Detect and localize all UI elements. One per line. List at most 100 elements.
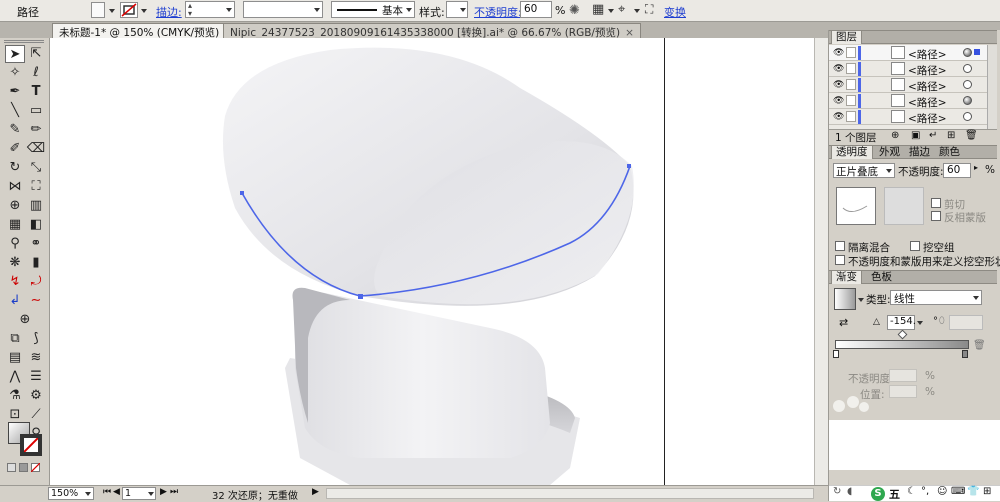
aspect-ratio-field[interactable] xyxy=(949,315,983,330)
opacity-mask-thumbnail[interactable] xyxy=(884,187,924,225)
chevron-down-icon[interactable] xyxy=(917,321,923,325)
chevron-down-icon[interactable] xyxy=(608,9,614,13)
blend-tool-icon[interactable]: ⚭ xyxy=(26,235,46,253)
new-sublayer-icon[interactable]: ↵ xyxy=(929,130,937,141)
layer-row[interactable]: 👁 <路径> xyxy=(829,61,987,77)
smooth-tool-icon[interactable]: ∼ xyxy=(26,292,46,310)
selection-tool-icon[interactable]: ➤ xyxy=(5,45,25,63)
artboard-canvas[interactable] xyxy=(50,38,828,485)
next-page-icon[interactable]: ▶ xyxy=(160,487,167,497)
magic-wand-tool-icon[interactable]: ✧ xyxy=(5,64,25,82)
lock-toggle[interactable] xyxy=(846,47,856,58)
opacity-label[interactable]: 不透明度: xyxy=(474,4,522,20)
aspect-ratio-icon[interactable]: ⬯ xyxy=(939,316,945,326)
scale-tool-icon[interactable]: ⤡ xyxy=(26,159,46,177)
layer-row[interactable]: 👁 <路径> xyxy=(829,93,987,109)
direct-selection-tool-icon[interactable]: ⇱ xyxy=(26,45,46,63)
gradient-type-select[interactable]: 线性 xyxy=(890,290,982,305)
layer-row[interactable]: 👁 <路径> xyxy=(829,77,987,93)
blob-brush-tool-icon[interactable]: ✐ xyxy=(5,140,25,158)
tab-untitled-1[interactable]: 未标题-1* @ 150% (CMYK/预览)× xyxy=(52,23,240,39)
page-select[interactable]: 1 xyxy=(122,487,156,500)
symbol-sprayer-tool-icon[interactable]: ❋ xyxy=(5,254,25,272)
grid-icon[interactable]: ⊞ xyxy=(983,486,991,497)
eye-icon[interactable]: 👁 xyxy=(833,80,844,90)
rotate-tool-icon[interactable]: ↻ xyxy=(5,159,25,177)
shirt-icon[interactable]: 👕 xyxy=(967,486,979,497)
column-graph-tool-icon[interactable]: ▮ xyxy=(26,254,46,272)
fill-color-swatch[interactable] xyxy=(91,2,105,18)
opacity-field[interactable]: 60 xyxy=(520,1,552,18)
width-tool-icon[interactable]: ⋈ xyxy=(5,178,25,196)
perspective-grid-tool-icon[interactable]: ▥ xyxy=(26,197,46,215)
moon-icon[interactable]: ☾ xyxy=(907,486,916,497)
clip-checkbox[interactable] xyxy=(931,198,941,208)
isolate-object-icon[interactable]: ⌖ xyxy=(618,2,625,17)
layers-panel-title[interactable]: 图层 xyxy=(831,31,862,44)
target-icon[interactable] xyxy=(963,80,972,89)
stop-location-field[interactable] xyxy=(889,385,917,398)
variable-width-profile-select[interactable] xyxy=(243,1,323,18)
layer-row[interactable]: 👁 <路径> xyxy=(829,45,987,61)
lock-toggle[interactable] xyxy=(846,111,856,122)
panel-grip[interactable] xyxy=(4,40,44,43)
slice-tool-icon[interactable]: ⟆ xyxy=(26,330,46,348)
vertical-scrollbar[interactable] xyxy=(814,38,828,485)
type-tool-icon[interactable]: T xyxy=(26,83,46,101)
gradient-midpoint[interactable] xyxy=(897,329,908,340)
paintbrush-tool-icon[interactable]: ✎ xyxy=(5,121,25,139)
gradient-mode-icon[interactable] xyxy=(19,463,28,472)
pen-tool-icon[interactable]: ✒ xyxy=(5,83,25,101)
join-tool-icon[interactable]: ↲ xyxy=(5,292,25,310)
invert-mask-checkbox[interactable] xyxy=(931,211,941,221)
delete-stop-icon[interactable]: 🗑 xyxy=(973,340,986,351)
tab-appearance[interactable]: 外观 xyxy=(875,146,904,159)
reshape-tool-icon[interactable]: ⤾ xyxy=(26,273,46,291)
graphic-style-select[interactable] xyxy=(446,1,468,18)
eyedropper-tool-icon[interactable]: ⚲ xyxy=(5,235,25,253)
opacity-field[interactable]: 60 xyxy=(943,163,971,178)
new-layer-icon[interactable]: ⊞ xyxy=(947,130,955,141)
none-mode-icon[interactable] xyxy=(31,463,40,472)
panel-dock-grip[interactable] xyxy=(828,22,1000,30)
angle-field[interactable]: -154. xyxy=(887,315,916,330)
reverse-gradient-icon[interactable]: ⇄ xyxy=(839,316,848,329)
keyboard-icon[interactable]: ⌨ xyxy=(951,486,965,497)
select-similar-icon[interactable]: ⛶ xyxy=(645,2,653,17)
mesh-tool-icon[interactable]: ▦ xyxy=(5,216,25,234)
chevron-right-icon[interactable]: ▸ xyxy=(974,163,978,172)
tab-color[interactable]: 颜色 xyxy=(935,146,964,159)
blend-mode-select[interactable]: 正片叠底 xyxy=(833,163,895,178)
refresh-icon[interactable]: ↻ xyxy=(833,486,841,497)
live-paint-tool-icon[interactable]: ⚗ xyxy=(5,387,25,405)
eraser-tool-icon[interactable]: ⌫ xyxy=(26,140,46,158)
tab-swatches[interactable]: 色板 xyxy=(867,271,896,284)
warp-tool-icon[interactable]: ≋ xyxy=(26,349,46,367)
eye-icon[interactable]: 👁 xyxy=(833,96,844,106)
stroke-label[interactable]: 描边: xyxy=(156,4,182,20)
free-transform-tool-icon[interactable]: ⛶ xyxy=(26,178,46,196)
tab-nipic-document[interactable]: Nipic_24377523_20180909161435338000 [转换]… xyxy=(223,23,641,39)
anchor-point[interactable] xyxy=(627,164,631,168)
stepper-icon[interactable]: ▴ ▾ xyxy=(188,2,192,18)
sound-icon[interactable]: ◖ xyxy=(847,486,852,497)
eye-icon[interactable]: 👁 xyxy=(833,64,844,74)
brush-definition-select[interactable]: 基本 xyxy=(331,1,415,18)
stop-opacity-field[interactable] xyxy=(889,369,917,382)
tab-gradient[interactable]: 渐变 xyxy=(831,271,862,284)
rectangle-tool-icon[interactable]: ▭ xyxy=(26,102,46,120)
recolor-artwork-icon[interactable]: ✺ xyxy=(569,3,580,18)
locate-object-icon[interactable]: ⊕ xyxy=(891,130,899,141)
shape-builder-tool-icon[interactable]: ⊕ xyxy=(5,197,25,215)
polyline-tool-icon[interactable]: ⋀ xyxy=(5,368,25,386)
gradient-slider[interactable] xyxy=(835,340,969,349)
target-icon[interactable] xyxy=(963,112,972,121)
tab-transparency[interactable]: 透明度 xyxy=(831,146,873,159)
target-icon[interactable] xyxy=(963,48,972,57)
lock-toggle[interactable] xyxy=(846,79,856,90)
first-page-icon[interactable]: ⏮ xyxy=(103,487,111,497)
align-to-selection-icon[interactable]: ▦ xyxy=(592,2,604,17)
gradient-stop-right[interactable] xyxy=(962,350,968,358)
previous-page-icon[interactable]: ◀ xyxy=(113,487,120,497)
gradient-stop-left[interactable] xyxy=(833,350,839,358)
